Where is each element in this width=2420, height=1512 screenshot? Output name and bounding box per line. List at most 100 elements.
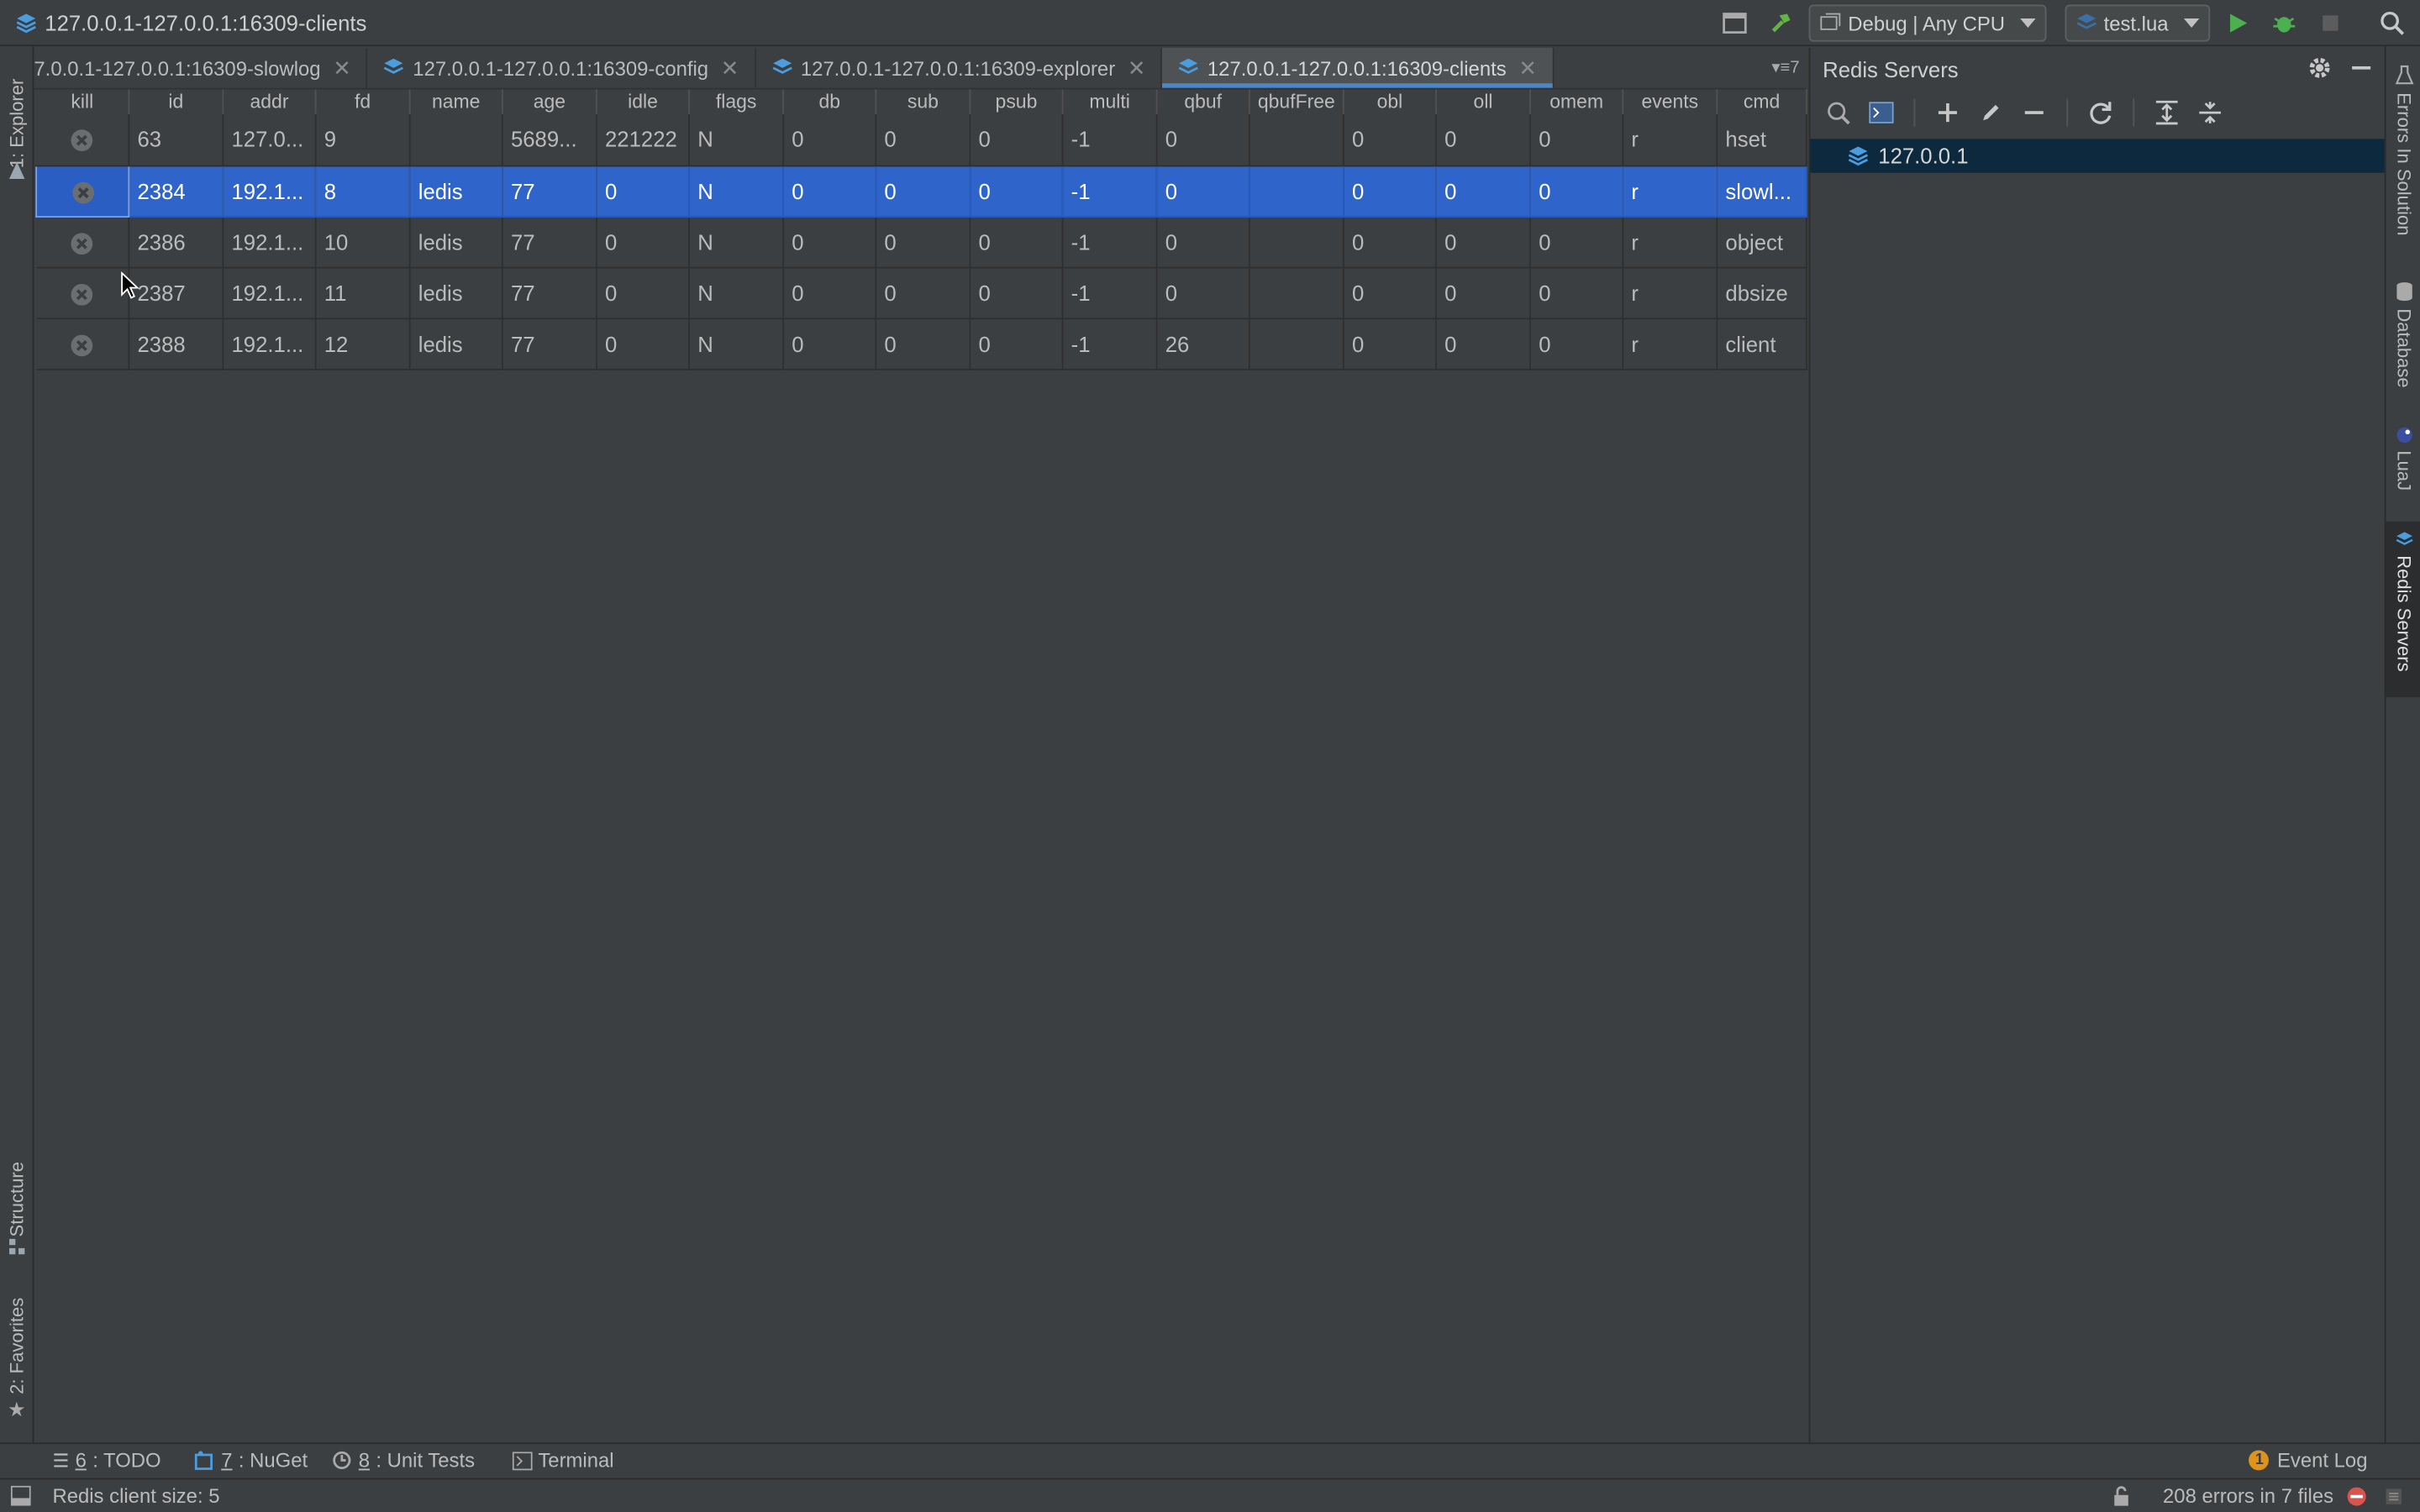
add-icon[interactable] — [1933, 97, 1964, 129]
column-header-idle[interactable]: idle — [596, 89, 691, 114]
cell-oll: 0 — [1436, 165, 1532, 218]
table-row[interactable]: 63 127.0... 9 5689... 221222 N 0 0 0 -1 0 0 0 0 r hset — [36, 113, 1807, 166]
refresh-icon[interactable] — [2085, 97, 2116, 129]
column-header-fd[interactable]: fd — [315, 89, 411, 114]
stop-icon[interactable] — [2312, 5, 2349, 42]
column-header-addr[interactable]: addr — [223, 89, 317, 114]
kill-client-icon[interactable] — [71, 130, 93, 152]
server-tree-item[interactable]: 127.0.0.1 — [1810, 139, 2386, 173]
kill-cell[interactable] — [35, 164, 130, 218]
column-header-qbuffree[interactable]: qbufFree — [1249, 89, 1344, 114]
tab-explorer[interactable]: 127.0.0.1-127.0.0.1:16309-explorer ✕ — [756, 47, 1163, 88]
column-header-omem[interactable]: omem — [1530, 89, 1624, 114]
close-icon[interactable]: ✕ — [333, 55, 351, 81]
column-header-flags[interactable]: flags — [689, 89, 785, 114]
kill-cell[interactable] — [36, 266, 130, 319]
column-header-psub[interactable]: psub — [970, 89, 1064, 114]
table-row[interactable]: 2387 192.1... 11 ledis 77 0 N 0 0 0 -1 0 0 0 0 r dbsize — [36, 266, 1807, 319]
kill-client-icon[interactable] — [71, 283, 93, 306]
cell-obl: 0 — [1343, 113, 1437, 166]
lock-icon[interactable] — [2112, 1486, 2133, 1508]
close-icon[interactable]: ✕ — [1518, 55, 1537, 81]
tab-clients[interactable]: 127.0.0.1-127.0.0.1:16309-clients ✕ — [1162, 47, 1555, 88]
kill-client-icon[interactable] — [71, 181, 94, 203]
column-header-id[interactable]: id — [129, 89, 224, 114]
column-header-kill[interactable]: kill — [36, 89, 130, 114]
run-icon[interactable] — [2219, 5, 2256, 42]
cell-name: ledis — [409, 165, 503, 218]
search-everywhere-icon[interactable] — [2374, 5, 2411, 42]
cell-age: 77 — [502, 216, 597, 268]
cell-age: 77 — [502, 165, 597, 218]
table-row[interactable]: 2388 192.1... 12 ledis 77 0 N 0 0 0 -1 26 0 0 0 r client — [36, 318, 1807, 370]
layout-icon[interactable] — [1717, 5, 1754, 42]
left-tool-stripe: 1: Explorer Structure 2: Favorites ★ — [0, 46, 34, 1443]
column-header-sub[interactable]: sub — [876, 89, 971, 114]
expand-all-icon[interactable] — [2151, 97, 2182, 129]
tabs-overflow-button[interactable]: ▾≡7 — [1771, 57, 1799, 77]
console-icon[interactable] — [1866, 97, 1897, 129]
tab-slowlog[interactable]: 7.0.0.1-127.0.0.1:16309-slowlog ✕ — [34, 47, 369, 88]
column-header-obl[interactable]: obl — [1343, 89, 1437, 114]
kill-cell[interactable] — [36, 216, 130, 268]
cell-addr: 192.1... — [223, 165, 317, 218]
column-header-age[interactable]: age — [502, 89, 597, 114]
tab-label: 127.0.0.1-127.0.0.1:16309-clients — [1207, 56, 1507, 80]
column-header-multi[interactable]: multi — [1062, 89, 1158, 114]
kill-cell[interactable] — [36, 113, 130, 166]
table-row[interactable]: 2386 192.1... 10 ledis 77 0 N 0 0 0 -1 0 0 0 0 r object — [36, 216, 1807, 268]
cell-idle: 0 — [596, 266, 691, 319]
kill-cell[interactable] — [36, 318, 130, 370]
gear-icon[interactable] — [2307, 55, 2332, 85]
column-header-events[interactable]: events — [1623, 89, 1718, 114]
column-header-cmd[interactable]: cmd — [1717, 89, 1807, 114]
database-tool-tab[interactable]: Database — [2386, 281, 2420, 388]
cell-sub: 0 — [876, 165, 971, 218]
redis-servers-tool-tab[interactable]: Redis Servers — [2386, 521, 2420, 698]
unit-tests-tool-button[interactable]: 8: Unit Tests — [333, 1449, 475, 1472]
cell-idle: 0 — [596, 216, 691, 268]
inspector-icon[interactable] — [2383, 1486, 2405, 1508]
column-header-name[interactable]: name — [409, 89, 503, 114]
column-header-oll[interactable]: oll — [1436, 89, 1532, 114]
nuget-tool-button[interactable]: 7: NuGet — [195, 1449, 308, 1472]
cell-obl: 0 — [1343, 165, 1437, 218]
kill-client-icon[interactable] — [71, 333, 93, 356]
cell-multi: -1 — [1062, 113, 1158, 166]
build-hammer-icon[interactable] — [1763, 5, 1800, 42]
cell-qbuf: 0 — [1156, 165, 1250, 218]
lua-tool-tab[interactable]: LuaJ — [2386, 426, 2420, 491]
cell-name — [409, 113, 503, 166]
todo-tool-button[interactable]: ☰ 6: TODO — [52, 1449, 160, 1473]
cell-db: 0 — [783, 165, 877, 218]
favorites-tool-tab[interactable]: 2: Favorites — [0, 1289, 34, 1400]
error-stop-icon[interactable] — [2346, 1486, 2368, 1508]
minimize-icon[interactable] — [2350, 55, 2372, 85]
column-header-db[interactable]: db — [783, 89, 877, 114]
column-header-qbuf[interactable]: qbuf — [1156, 89, 1250, 114]
redis-servers-panel: Redis Servers 127.0.0.1 — [1808, 47, 2386, 1443]
errors-in-solution-tool-tab[interactable]: Errors In Solution — [2386, 65, 2420, 235]
terminal-tool-button[interactable]: Terminal — [512, 1449, 614, 1472]
close-icon[interactable]: ✕ — [1128, 55, 1146, 81]
table-row[interactable]: 2384 192.1... 8 ledis 77 0 N 0 0 0 -1 0 0 0 0 r slowl... — [35, 164, 1807, 218]
edit-pencil-icon[interactable] — [1975, 97, 2007, 129]
errors-summary[interactable]: 208 errors in 7 files — [2163, 1484, 2333, 1508]
lua-file-icon — [2076, 13, 2096, 29]
tool-windows-toggle-icon[interactable] — [10, 1485, 31, 1506]
kill-client-icon[interactable] — [71, 232, 93, 255]
tab-config[interactable]: 127.0.0.1-127.0.0.1:16309-config ✕ — [368, 47, 756, 88]
configuration-combo[interactable]: Debug | Any CPU — [1809, 4, 2047, 42]
collapse-all-icon[interactable] — [2195, 97, 2226, 129]
close-icon[interactable]: ✕ — [721, 55, 739, 81]
panel-title: Redis Servers — [1823, 56, 1959, 81]
run-config-combo[interactable]: test.lua — [2065, 4, 2211, 42]
event-log-button[interactable]: 1 Event Log — [2249, 1449, 2367, 1472]
inspect-icon[interactable] — [1823, 97, 1854, 129]
remove-icon[interactable] — [2018, 97, 2049, 129]
cell-age: 5689... — [502, 113, 597, 166]
bottom-tool-bar: ☰ 6: TODO 7: NuGet 8: Unit Tests Termina… — [0, 1442, 2420, 1477]
cell-flags: N — [689, 318, 785, 370]
chevron-down-icon — [2020, 18, 2036, 29]
debug-bug-icon[interactable] — [2265, 5, 2302, 42]
